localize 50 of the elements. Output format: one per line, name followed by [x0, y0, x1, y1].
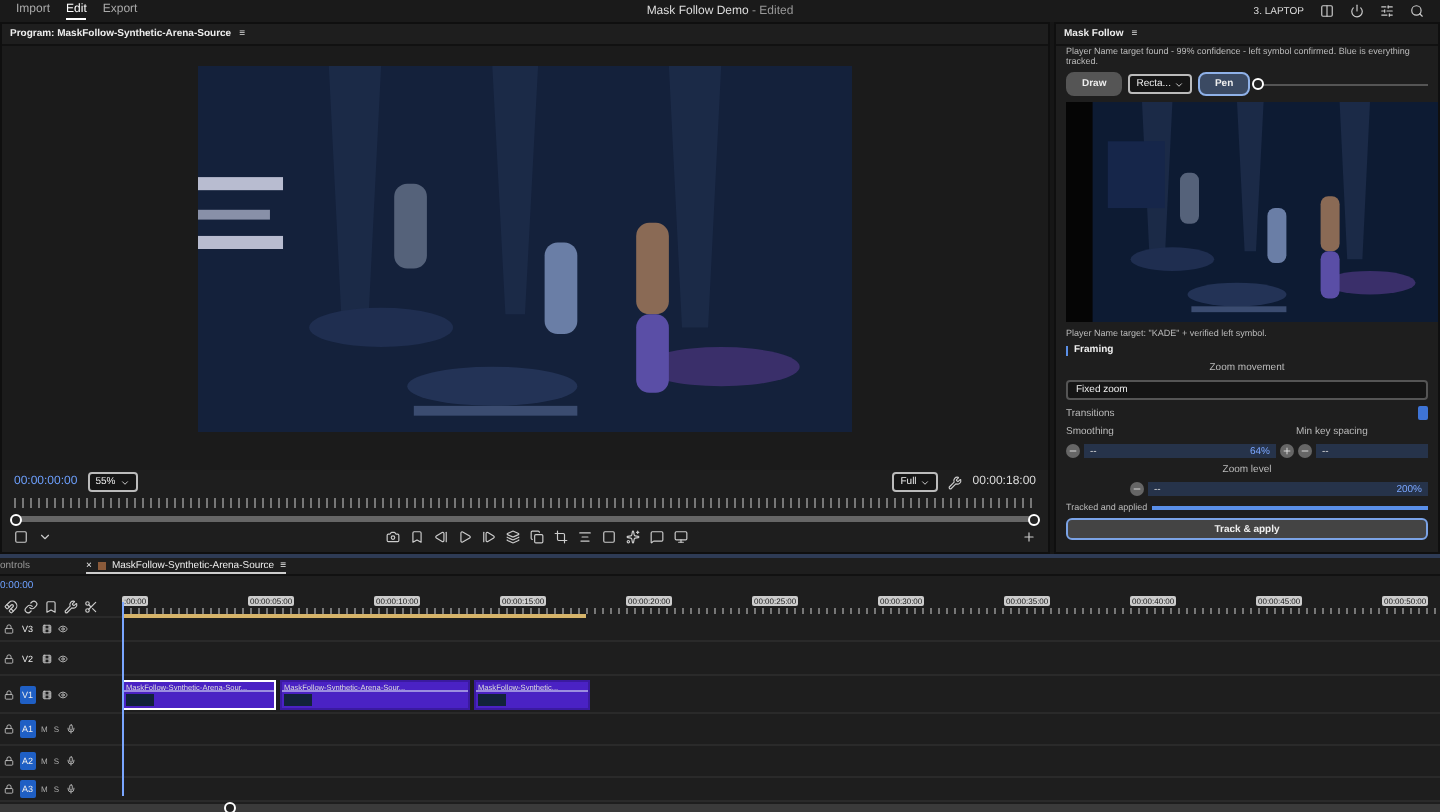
copy-icon[interactable] — [530, 529, 544, 543]
camera-icon[interactable] — [386, 529, 400, 543]
minus-button[interactable] — [1066, 444, 1080, 458]
step-forward-icon[interactable] — [482, 529, 496, 543]
sliders-icon[interactable] — [1380, 4, 1394, 18]
marker-icon[interactable] — [410, 529, 424, 543]
power-icon[interactable] — [1350, 4, 1364, 18]
crop-icon[interactable] — [554, 529, 568, 543]
scissors-icon[interactable] — [84, 599, 98, 613]
lock-icon[interactable] — [4, 689, 14, 699]
eye-icon[interactable] — [57, 653, 68, 663]
marker-icon[interactable] — [44, 599, 58, 613]
film-icon[interactable] — [41, 689, 52, 699]
transitions-toggle[interactable] — [1418, 406, 1428, 420]
minus-button[interactable] — [1130, 482, 1144, 496]
step-back-icon[interactable] — [434, 529, 448, 543]
lock-icon[interactable] — [4, 653, 14, 663]
chevron-icon — [1174, 79, 1185, 89]
lock-icon[interactable] — [4, 624, 14, 634]
lock-icon[interactable] — [4, 784, 14, 794]
wrench-icon[interactable] — [948, 475, 963, 489]
panel-icon[interactable] — [1320, 4, 1334, 18]
eye-icon[interactable] — [57, 689, 68, 699]
comment-icon[interactable] — [650, 529, 664, 543]
chevron-icon[interactable] — [38, 529, 52, 543]
layers-icon[interactable] — [506, 529, 520, 543]
chevron-icon — [119, 477, 130, 487]
film-icon[interactable] — [41, 624, 52, 634]
chevron-icon — [920, 477, 931, 487]
mic-icon[interactable] — [65, 784, 76, 794]
mic-icon[interactable] — [65, 724, 76, 734]
frame-icon[interactable] — [602, 529, 616, 543]
square-icon[interactable] — [14, 529, 28, 543]
effects-icon[interactable] — [626, 529, 640, 543]
monitor-icon[interactable] — [674, 529, 688, 543]
lock-icon[interactable] — [4, 756, 14, 766]
plus-button[interactable] — [1280, 444, 1294, 458]
scroll-bar[interactable] — [14, 516, 1036, 522]
wrench-icon[interactable] — [64, 599, 78, 613]
search-icon[interactable] — [1410, 4, 1424, 18]
link-icon[interactable] — [24, 599, 38, 613]
lock-icon[interactable] — [4, 724, 14, 734]
minus-button[interactable] — [1298, 444, 1312, 458]
play-icon[interactable] — [458, 529, 472, 543]
eye-icon[interactable] — [57, 624, 68, 634]
mic-icon[interactable] — [65, 756, 76, 766]
magnet-icon[interactable] — [4, 599, 18, 613]
film-icon[interactable] — [41, 653, 52, 663]
align-icon[interactable] — [578, 529, 592, 543]
plus-icon[interactable] — [1022, 529, 1036, 543]
